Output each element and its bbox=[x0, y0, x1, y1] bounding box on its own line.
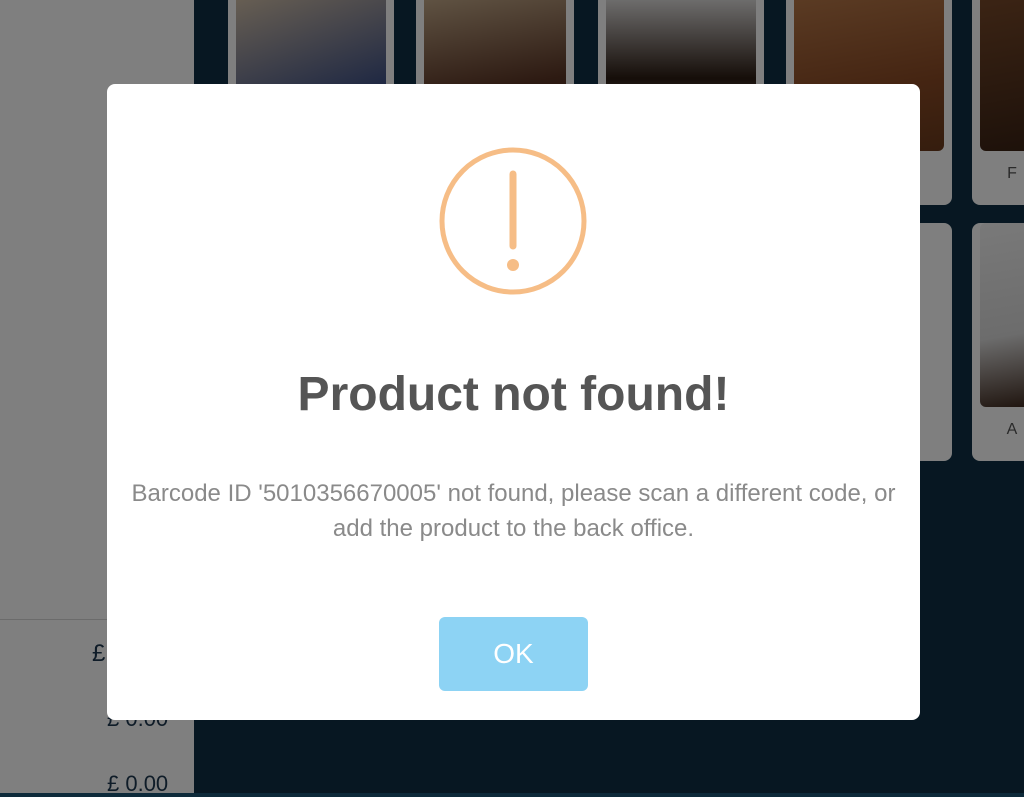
product-not-found-dialog: Product not found! Barcode ID '501035667… bbox=[107, 84, 920, 720]
pos-screen: £ £ 0.00 £ 0.00 F A bbox=[0, 0, 1024, 796]
ok-button[interactable]: OK bbox=[439, 617, 588, 691]
warning-icon bbox=[439, 147, 587, 295]
dialog-message: Barcode ID '5010356670005' not found, pl… bbox=[131, 480, 896, 542]
dialog-title: Product not found! bbox=[297, 368, 730, 421]
